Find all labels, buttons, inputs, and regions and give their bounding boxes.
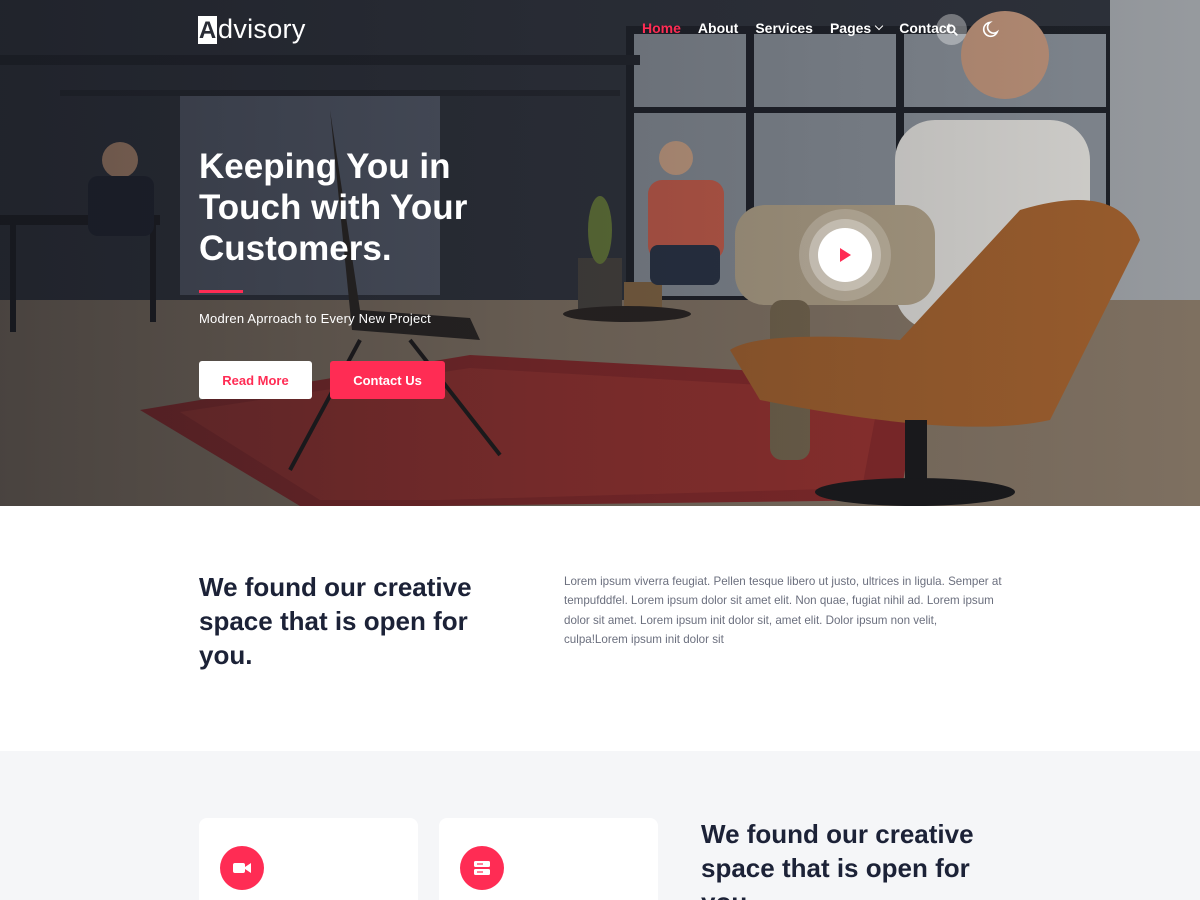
feature-card[interactable] xyxy=(439,818,658,900)
moon-icon xyxy=(982,21,1000,38)
hero-divider xyxy=(199,290,243,293)
nav-link-about[interactable]: About xyxy=(698,20,738,36)
top-navigation: A dvisory Home About Services Pages Cont… xyxy=(0,0,1200,60)
theme-toggle-button[interactable] xyxy=(980,16,1004,40)
feature-card[interactable] xyxy=(199,818,418,900)
play-button-circle xyxy=(818,228,872,282)
feature-card-icon-circle xyxy=(460,846,504,890)
hero-overlay xyxy=(0,0,1200,506)
contact-us-button[interactable]: Contact Us xyxy=(330,361,445,399)
logo-mark: A xyxy=(198,15,217,44)
play-ring xyxy=(809,219,881,291)
hero-section: A dvisory Home About Services Pages Cont… xyxy=(0,0,1200,506)
hero-subtitle: Modren Aprroach to Every New Project xyxy=(199,311,431,326)
video-camera-icon xyxy=(233,863,251,873)
nav-links: Home About Services Pages Contact xyxy=(642,20,968,36)
nav-link-services[interactable]: Services xyxy=(755,20,813,36)
read-more-button[interactable]: Read More xyxy=(199,361,312,399)
nav-link-home[interactable]: Home xyxy=(642,20,681,36)
search-icon xyxy=(946,24,958,36)
features-title: We found our creative space that is open… xyxy=(701,819,974,900)
search-button[interactable] xyxy=(936,14,967,45)
play-icon xyxy=(840,248,851,262)
hero-title: Keeping You in Touch with Your Customers… xyxy=(199,147,468,268)
logo-text: dvisory xyxy=(218,14,306,44)
server-icon xyxy=(474,861,490,875)
features-section: We found our creative space that is open… xyxy=(0,751,1200,900)
nav-link-pages-label: Pages xyxy=(829,20,872,36)
feature-card-icon-circle xyxy=(220,846,264,890)
nav-link-pages[interactable]: Pages xyxy=(829,20,884,36)
logo[interactable]: A dvisory xyxy=(198,14,306,45)
chevron-down-icon xyxy=(874,21,884,31)
about-title: We found our creative space that is open… xyxy=(199,572,472,670)
about-text: Lorem ipsum viverra feugiat. Pellen tesq… xyxy=(564,575,1002,647)
play-video-button[interactable] xyxy=(799,209,891,301)
